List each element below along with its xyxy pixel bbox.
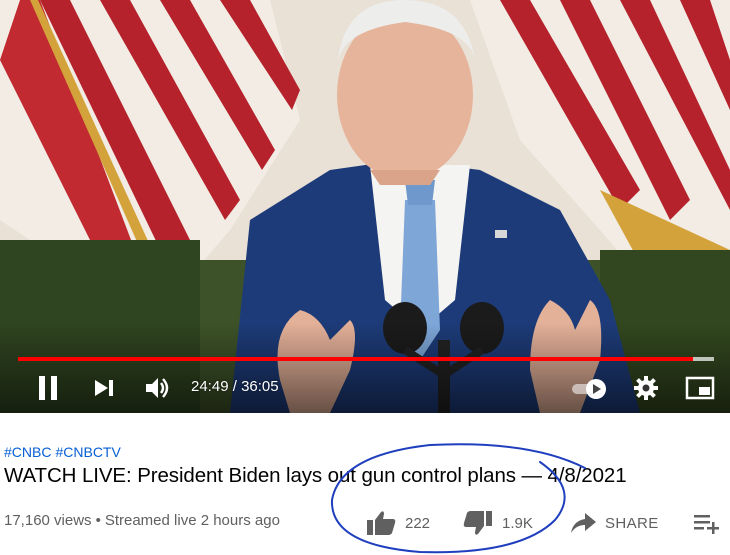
settings-icon bbox=[634, 376, 658, 400]
time-display: 24:49 / 36:05 bbox=[191, 378, 279, 395]
thumbs-down-icon bbox=[462, 510, 494, 536]
pause-button[interactable] bbox=[28, 368, 68, 408]
share-label: SHARE bbox=[605, 514, 659, 532]
thumbs-up-icon bbox=[365, 510, 397, 536]
share-icon bbox=[569, 511, 597, 535]
duration: 36:05 bbox=[241, 378, 279, 395]
volume-button[interactable] bbox=[138, 368, 178, 408]
progress-played bbox=[18, 357, 694, 361]
like-count: 222 bbox=[405, 514, 431, 532]
miniplayer-icon bbox=[685, 376, 715, 400]
video-player[interactable]: 24:49 / 36:05 bbox=[0, 0, 730, 413]
stream-date: Streamed live 2 hours ago bbox=[104, 512, 280, 529]
next-icon bbox=[95, 380, 113, 396]
video-info: #CNBC #CNBCTV WATCH LIVE: President Biden… bbox=[0, 413, 730, 555]
separator-dot: • bbox=[95, 512, 101, 529]
autoplay-toggle-icon bbox=[572, 379, 606, 399]
info-row: 17,160 views • Streamed live 2 hours ago 2… bbox=[0, 505, 730, 541]
view-info: 17,160 views • Streamed live 2 hours ago bbox=[4, 512, 280, 529]
miniplayer-button[interactable] bbox=[680, 368, 720, 408]
current-time: 24:49 bbox=[191, 378, 229, 395]
hashtag-link[interactable]: #CNBCTV bbox=[55, 444, 120, 460]
dislike-button[interactable]: 1.9K bbox=[462, 505, 533, 541]
hashtag-link[interactable]: #CNBC bbox=[4, 444, 51, 460]
progress-bar[interactable] bbox=[18, 357, 714, 361]
time-separator: / bbox=[228, 378, 242, 395]
save-to-playlist-icon bbox=[692, 511, 720, 535]
like-button[interactable]: 222 bbox=[365, 505, 430, 541]
save-button[interactable] bbox=[692, 505, 720, 541]
volume-icon bbox=[146, 378, 169, 398]
settings-button[interactable] bbox=[626, 368, 666, 408]
player-controls: 24:49 / 36:05 bbox=[0, 368, 730, 408]
dislike-count: 1.9K bbox=[502, 514, 533, 532]
video-title: WATCH LIVE: President Biden lays out gun… bbox=[4, 464, 627, 487]
share-button[interactable]: SHARE bbox=[569, 505, 659, 541]
pause-icon bbox=[39, 376, 57, 400]
hashtags: #CNBC #CNBCTV bbox=[4, 444, 125, 460]
view-count: 17,160 views bbox=[4, 512, 92, 529]
autoplay-toggle[interactable] bbox=[568, 368, 612, 408]
next-button[interactable] bbox=[84, 368, 124, 408]
